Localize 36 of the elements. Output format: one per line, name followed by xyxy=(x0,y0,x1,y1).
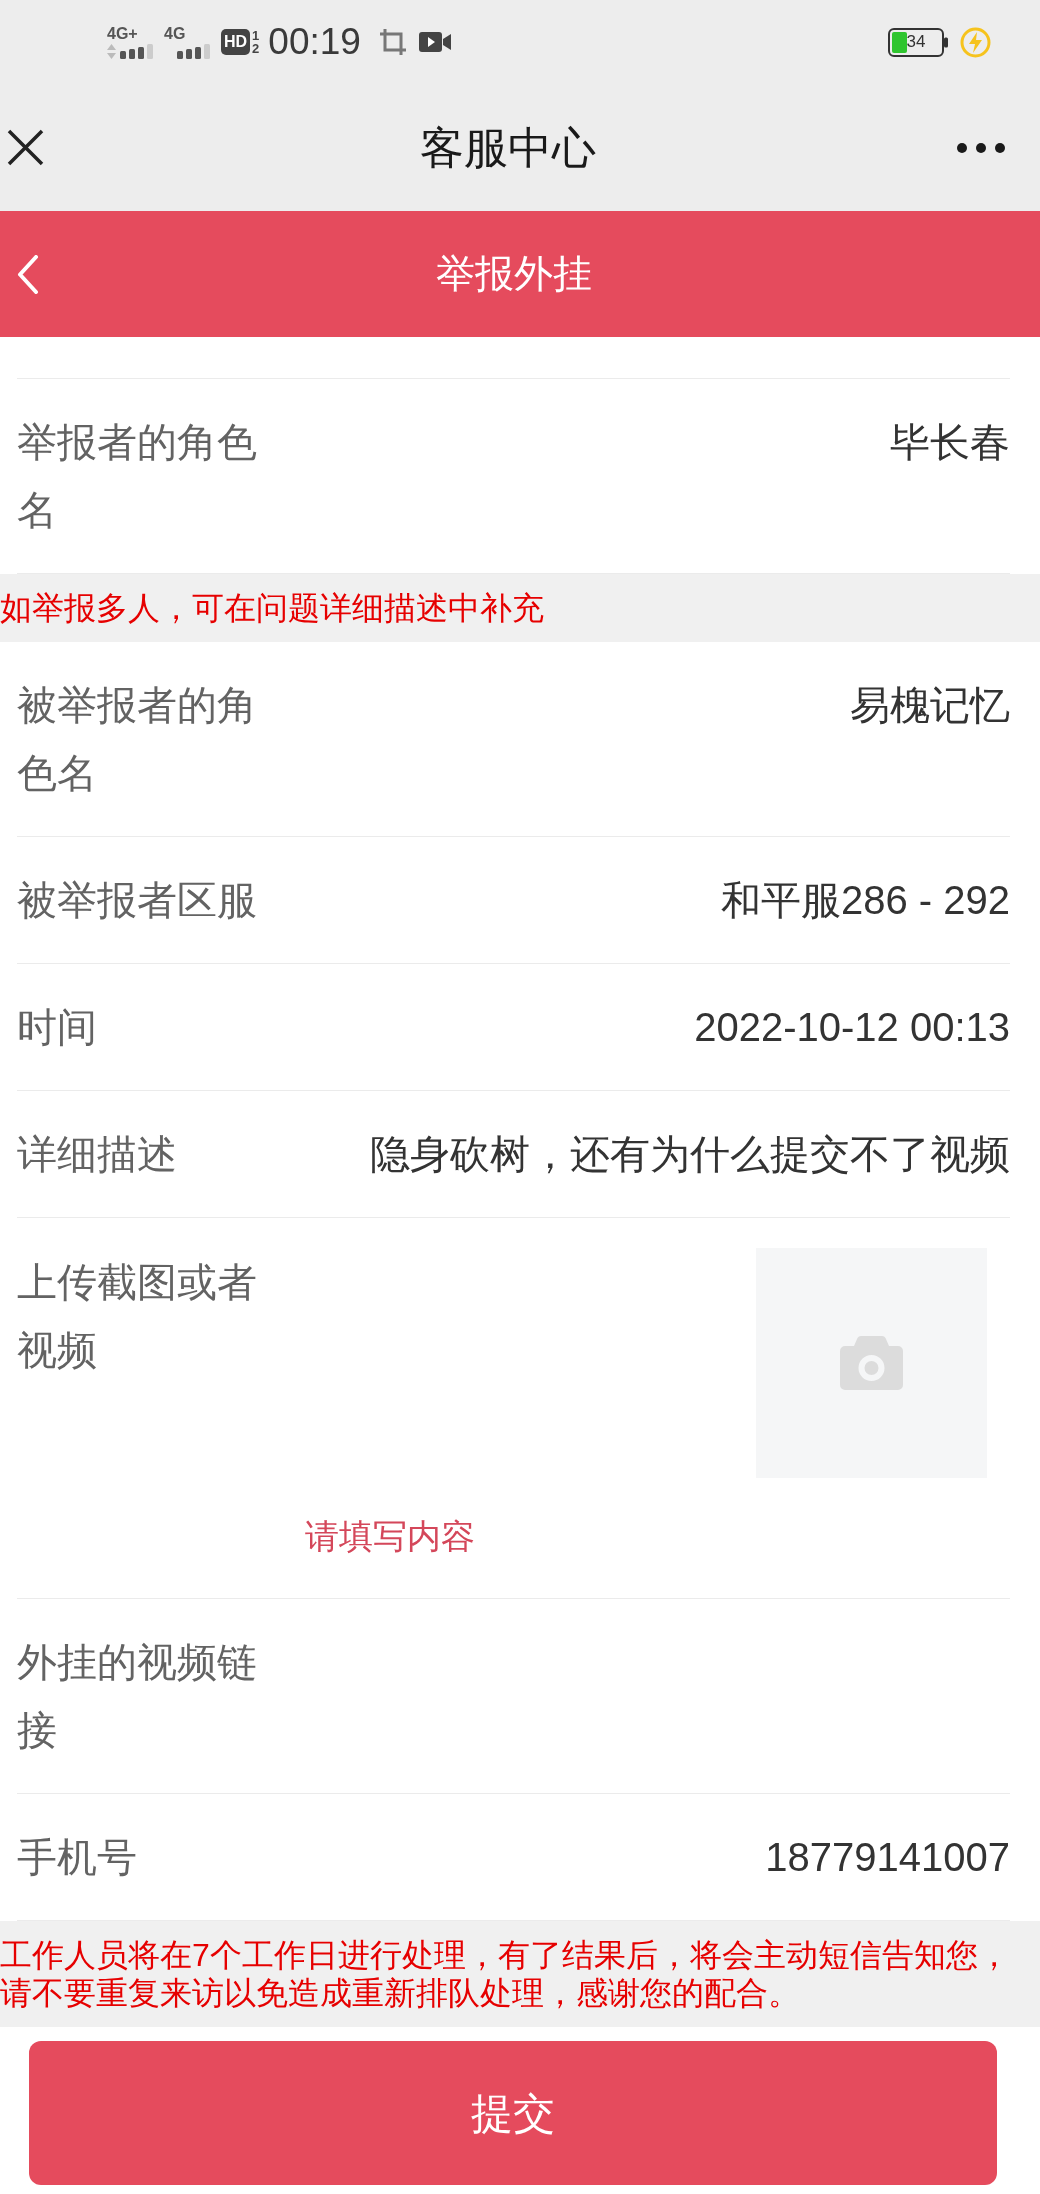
field-label: 详细描述 xyxy=(17,1132,177,1176)
field-label: 外挂的视频链接 xyxy=(17,1640,257,1752)
field-value[interactable]: 2022-10-12 00:13 xyxy=(694,1005,1010,1049)
field-value[interactable]: 易槐记忆 xyxy=(850,683,1010,727)
status-time: 00:19 xyxy=(268,22,361,62)
field-label: 举报者的角色名 xyxy=(17,420,257,532)
submit-button[interactable]: 提交 xyxy=(29,2041,997,2185)
video-camera-icon xyxy=(418,32,451,52)
field-value[interactable]: 隐身砍树，还有为什么提交不了视频 xyxy=(370,1132,1010,1176)
battery-icon xyxy=(888,27,948,57)
notice-text: 如举报多人，可在问题详细描述中补充 xyxy=(0,590,544,626)
header-title: 举报外挂 xyxy=(436,251,592,297)
field-label: 被举报者的角色名 xyxy=(17,683,257,795)
more-icon[interactable] xyxy=(957,142,1005,153)
field-value[interactable]: 18779141007 xyxy=(765,1835,1010,1879)
hd-badge: HD xyxy=(221,29,251,55)
charging-bolt-icon xyxy=(960,26,991,58)
back-icon[interactable] xyxy=(17,254,39,294)
network-type-label: 4G xyxy=(164,25,186,42)
camera-icon xyxy=(840,1336,903,1390)
close-icon[interactable] xyxy=(7,129,44,166)
network-type-label: 4G+ xyxy=(107,25,138,42)
field-value[interactable]: 毕长春 xyxy=(890,420,1010,464)
field-label: 上传截图或者视频 xyxy=(17,1260,257,1372)
battery-percentage: 34 xyxy=(906,32,927,52)
field-label: 被举报者区服 xyxy=(17,878,257,922)
error-message: 请填写内容 xyxy=(305,1517,475,1555)
field-label: 手机号 xyxy=(17,1835,137,1879)
notice-text: 工作人员将在7个工作日进行处理，有了结果后，将会主动短信告知您，请不要重复来访以免造成重新排队处理，感谢您的配合。 xyxy=(0,1937,1010,2011)
crop-icon xyxy=(378,28,407,56)
field-label: 时间 xyxy=(17,1005,97,1049)
field-value[interactable]: 和平服286 - 292 xyxy=(720,878,1010,922)
hd-digit-label: 2 xyxy=(252,42,260,55)
hd-digit-label: 1 xyxy=(252,29,260,42)
page-title: 客服中心 xyxy=(419,121,596,174)
signal-bars-icon xyxy=(120,43,154,59)
